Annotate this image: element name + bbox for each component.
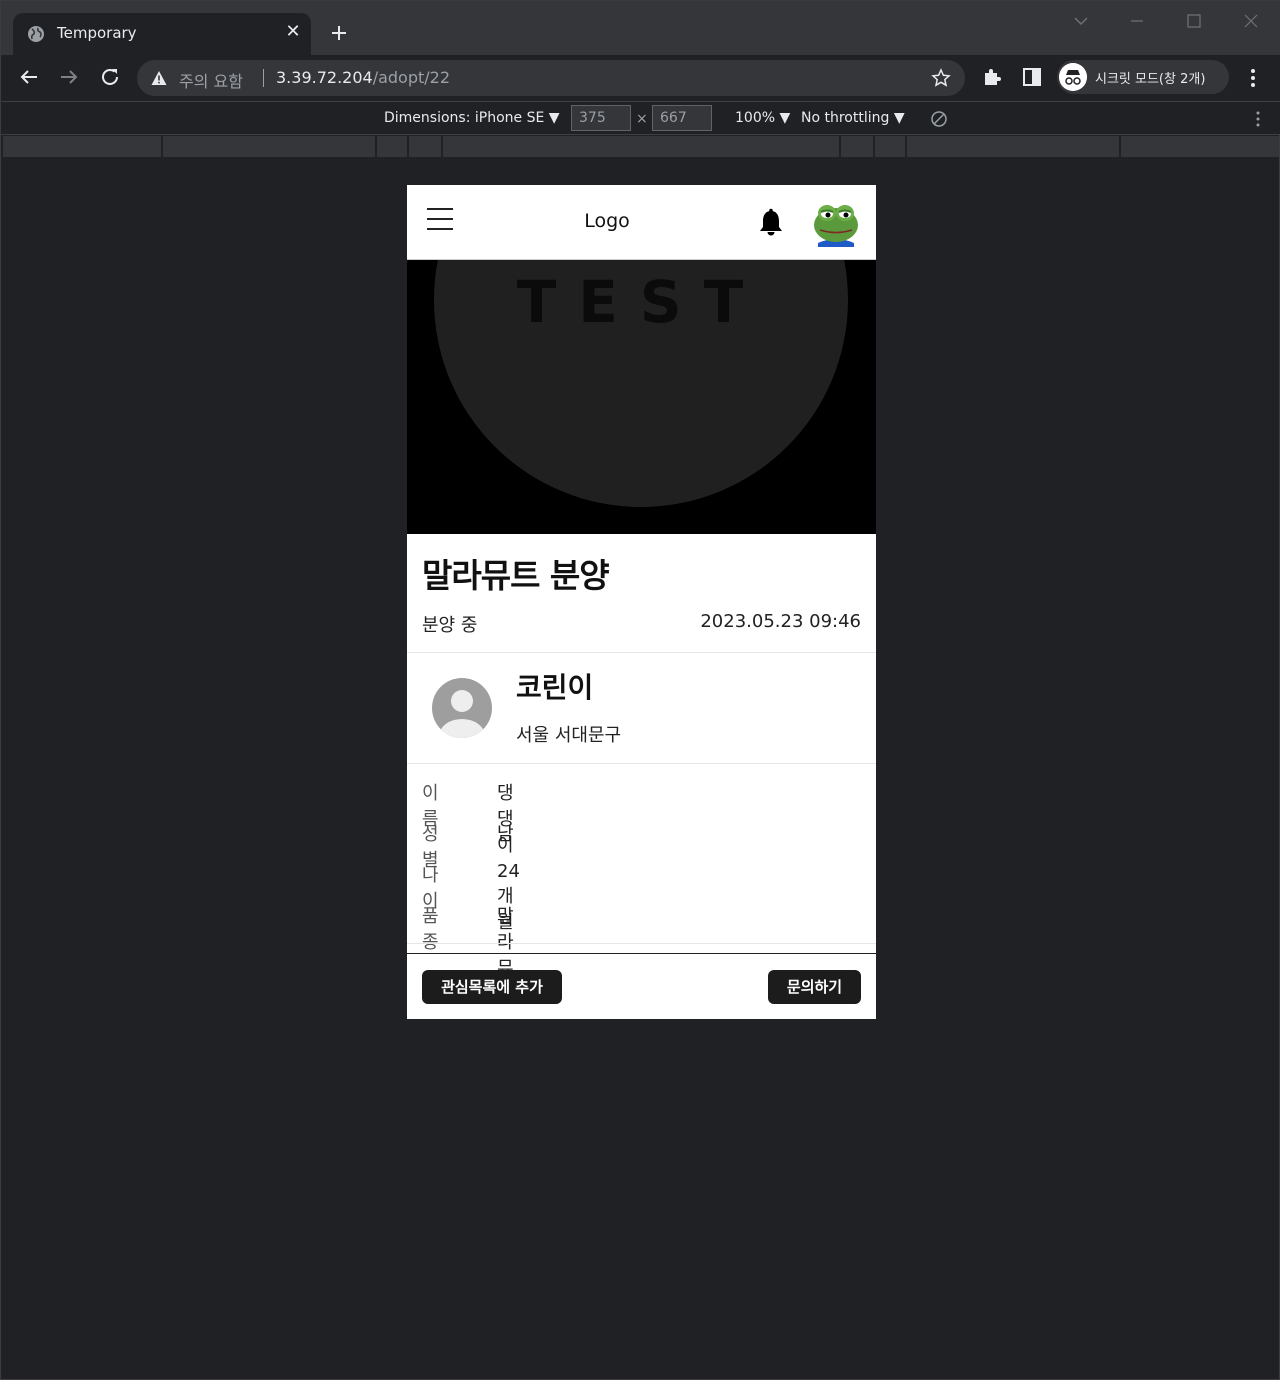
incognito-label: 시크릿 모드(창 2개)	[1095, 72, 1206, 87]
media-query-tick	[1119, 136, 1121, 157]
omnibox-separator	[263, 69, 264, 87]
media-query-tick	[839, 136, 841, 157]
user-avatar[interactable]	[812, 199, 860, 247]
hero-graphic: TEST	[434, 260, 848, 507]
tab-title: Temporary	[57, 24, 137, 42]
back-arrow-icon[interactable]	[17, 65, 41, 89]
info-key: 품종	[422, 906, 439, 953]
browser-toolbar: 주의 요함 3.39.72.204/adopt/22 시크릿 모드(창 2개)	[1, 55, 1280, 101]
section-divider	[407, 652, 876, 653]
extensions-puzzle-icon[interactable]	[981, 66, 1003, 88]
media-query-tick	[407, 136, 409, 157]
bell-icon[interactable]	[758, 208, 784, 236]
tab-search-chevron-icon[interactable]	[1069, 11, 1093, 31]
maximize-icon[interactable]	[1182, 11, 1206, 31]
writer-name[interactable]: 코린이	[516, 666, 593, 706]
bottom-bar-border	[407, 953, 876, 954]
url-path: /adopt/22	[372, 68, 451, 87]
dimension-separator: ×	[636, 111, 648, 127]
tab-strip: Temporary ✕	[1, 1, 1280, 55]
security-warning[interactable]: 주의 요함	[179, 68, 243, 92]
section-divider	[407, 943, 876, 944]
width-input[interactable]: 375	[571, 105, 631, 131]
device-toolbar: Dimensions: iPhone SE ▼ 375 × 667 100% ▼…	[1, 101, 1280, 135]
browser-window: Temporary ✕ 주의 요함 3.39.72.204/adopt/22 시…	[0, 0, 1280, 1380]
info-value: 남	[497, 824, 514, 845]
new-tab-icon[interactable]	[327, 21, 351, 45]
url-host: 3.39.72.204	[276, 68, 373, 87]
dimensions-dropdown[interactable]: Dimensions: iPhone SE ▼	[384, 110, 560, 126]
zoom-dropdown[interactable]: 100% ▼	[735, 110, 790, 126]
incognito-indicator[interactable]: 시크릿 모드(창 2개)	[1057, 60, 1229, 94]
height-input[interactable]: 667	[652, 105, 712, 131]
inquiry-button[interactable]: 문의하기	[768, 970, 861, 1004]
writer-profile-icon[interactable]	[432, 678, 492, 738]
media-query-tick	[441, 136, 443, 157]
post-title: 말라뮤트 분양	[422, 556, 610, 595]
post-date: 2023.05.23 09:46	[700, 611, 861, 632]
reload-icon[interactable]	[98, 65, 122, 89]
bookmark-star-icon[interactable]	[931, 68, 951, 88]
browser-tab[interactable]: Temporary ✕	[13, 13, 311, 55]
media-query-tick	[161, 136, 163, 157]
hero-image: TEST	[407, 260, 876, 534]
url-text[interactable]: 3.39.72.204/adopt/22	[276, 68, 450, 87]
minimize-icon[interactable]	[1125, 11, 1149, 31]
browser-menu-icon[interactable]	[1243, 67, 1263, 89]
forward-arrow-icon[interactable]	[57, 65, 81, 89]
incognito-icon	[1059, 63, 1087, 91]
media-query-tick	[905, 136, 907, 157]
media-query-tick	[375, 136, 377, 157]
tab-close-icon[interactable]: ✕	[283, 22, 303, 42]
add-to-wishlist-button[interactable]: 관심목록에 추가	[422, 970, 562, 1004]
media-query-tick	[873, 136, 875, 157]
globe-icon	[28, 26, 44, 42]
section-divider	[407, 763, 876, 764]
media-query-bar[interactable]	[3, 136, 1279, 157]
hero-text: TEST	[517, 268, 766, 336]
writer-location: 서울 서대문구	[516, 725, 622, 746]
throttling-dropdown[interactable]: No throttling ▼	[801, 110, 905, 126]
rotate-icon[interactable]	[929, 109, 949, 129]
app-header: Logo	[407, 185, 876, 260]
side-panel-icon[interactable]	[1021, 66, 1043, 88]
device-toolbar-menu-icon[interactable]	[1251, 110, 1265, 128]
device-viewport: Logo TEST 말라뮤트 분양 분양 중 2023.05.23 09:46 …	[407, 185, 876, 1019]
warning-icon	[151, 71, 167, 85]
close-window-icon[interactable]	[1239, 11, 1263, 31]
address-bar[interactable]: 주의 요함 3.39.72.204/adopt/22	[137, 60, 965, 96]
app-logo[interactable]: Logo	[407, 210, 807, 232]
adoption-status: 분양 중	[422, 615, 478, 636]
